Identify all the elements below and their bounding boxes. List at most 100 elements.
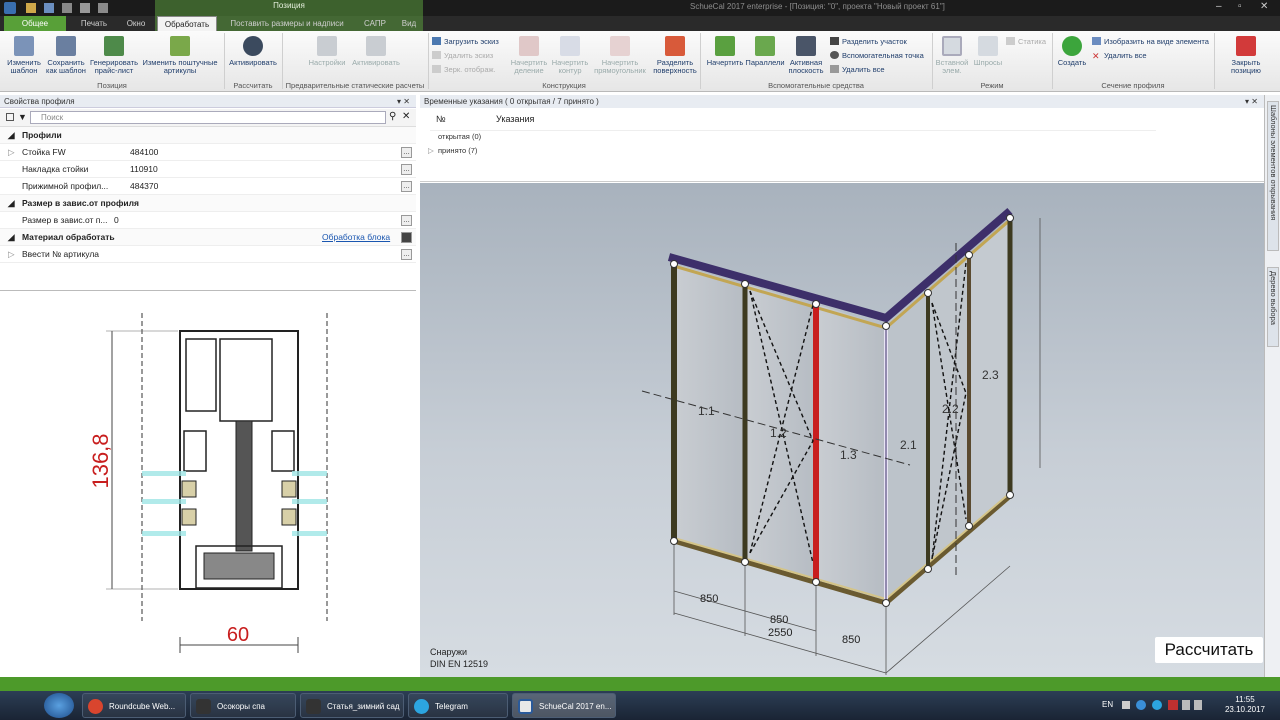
tab-view[interactable]: Вид [395,16,423,31]
close-icon[interactable]: ✕ [1260,1,1268,12]
create-button[interactable]: Создать [1054,36,1090,67]
expand-icon[interactable]: ▷ [428,146,434,155]
mirror-button[interactable]: Зерк. отображ. [432,65,496,74]
panel-pin-icon[interactable]: ▾ ✕ [1245,95,1258,108]
delete-all-section-button[interactable]: ✕ Удалить все [1092,51,1147,61]
settings-button[interactable]: Настройки [304,36,350,67]
filter-icon[interactable]: ▼ [18,112,27,122]
material-icon[interactable] [401,232,412,243]
change-articles-button[interactable]: Изменить поштучные артикулы [140,36,220,75]
split-surface-button[interactable]: Разделить поверхность [652,36,698,75]
norm-label: DIN EN 12519 [430,659,488,669]
tab-general[interactable]: Общее [4,16,66,31]
facade-model-svg[interactable]: 850 850 850 2550 1.1 1.2 1.3 2.1 2.2 2.3… [420,183,1264,677]
active-plane-button[interactable]: Активная плоскость [786,36,826,75]
tab-window[interactable]: Окно [116,16,156,31]
save-template-button[interactable]: Сохранить как шаблон [44,36,88,75]
system-tray[interactable] [1120,699,1204,711]
task-roundcube[interactable]: Roundcube Web... [82,693,186,718]
tab-selection-tree[interactable]: Дерево выбора [1267,267,1279,347]
expand-icon[interactable]: ▷ [8,246,15,263]
property-row[interactable]: ▷ Ввести № артикула… [0,246,416,263]
generate-price-button[interactable]: Генерировать прайс-лист [88,36,140,75]
load-sketch-button[interactable]: Загрузить эскиз [432,37,499,46]
insert-element-button[interactable]: Вставной элем. [934,36,970,75]
show-element-view-button[interactable]: Изобразить на виде элемента [1092,37,1209,46]
collapse-icon[interactable]: ◢ [8,127,15,144]
skype-icon[interactable] [1136,700,1146,710]
task-telegram[interactable]: Telegram [408,693,508,718]
section-profiles[interactable]: ◢ Профили [0,127,416,144]
delete-sketch-button[interactable]: Удалить эскиз [432,51,493,60]
block-processing-link[interactable]: Обработка блока [322,229,390,246]
quick-access-toolbar[interactable] [4,2,116,14]
volume-icon[interactable] [1194,700,1202,710]
search-icon[interactable]: ⚲ [389,111,396,122]
dim-label: 850 [700,593,718,605]
draw-button[interactable]: Начертить [704,36,746,67]
tab-dimensions[interactable]: Поставить размеры и надписи [222,16,352,31]
notes-col-number: № [436,114,446,124]
tab-process[interactable]: Обработать [157,16,217,31]
draw-rectangle-button[interactable]: Начертить прямоугольник [590,36,650,75]
glazing-bars-button[interactable]: Шпросы [970,36,1006,67]
clock[interactable]: 11:55 23.10.2017 [1222,695,1268,715]
property-row[interactable]: Размер в завис.от п... 0… [0,212,416,229]
close-position-button[interactable]: Закрыть позицию [1216,36,1276,75]
maximize-icon[interactable]: ▫ [1238,1,1242,12]
language-indicator[interactable]: EN [1102,700,1113,709]
collapse-icon[interactable]: ◢ [8,229,15,246]
draw-contour-button[interactable]: Начертить контур [550,36,590,75]
telegram-tray-icon[interactable] [1152,700,1162,710]
search-input[interactable]: Поиск [30,111,386,124]
tray-arrow-icon[interactable] [1122,701,1130,709]
undo-icon[interactable] [80,3,90,13]
split-section-button[interactable]: Разделить участок [830,37,907,46]
ellipsis-button[interactable]: … [401,215,412,226]
redo-icon[interactable] [98,3,108,13]
clear-icon[interactable]: ✕ [402,111,410,122]
app-icon[interactable] [4,2,16,14]
draw-division-button[interactable]: Начертить деление [506,36,552,75]
section-size-dependent[interactable]: ◢ Размер в завис.от профиля [0,195,416,212]
context-tab-label: Позиция [273,1,305,10]
task-osokory[interactable]: Осокоры спа [190,693,296,718]
start-button[interactable] [44,693,74,718]
minimize-icon[interactable]: – [1216,1,1222,12]
change-template-button[interactable]: Изменить шаблон [3,36,45,75]
collapse-icon[interactable]: ◢ [8,195,15,212]
section-material[interactable]: ◢ Материал обработать Обработка блока [0,229,416,246]
calculate-button[interactable]: Рассчитать [1155,637,1263,663]
tab-opening-templates[interactable]: Шаблоны элементов открывания [1267,101,1279,251]
static-button[interactable]: Статика [1006,37,1046,46]
field-label: 1.2 [770,426,787,440]
parallel-button[interactable]: Параллели [744,36,786,67]
save-icon[interactable] [44,3,54,13]
activate-static-button[interactable]: Активировать [350,36,402,67]
node-point [812,578,820,586]
antivirus-icon[interactable] [1168,700,1178,710]
task-article[interactable]: Статья_зимний сад [300,693,404,718]
sort-icon[interactable] [6,113,14,121]
aux-point-button[interactable]: Вспомогательная точка [830,51,924,60]
expand-icon[interactable]: ▷ [8,144,15,161]
activate-button[interactable]: Активировать [226,36,280,67]
ellipsis-button[interactable]: … [401,164,412,175]
ellipsis-button[interactable]: … [401,147,412,158]
network-icon[interactable] [1182,700,1190,710]
tab-print[interactable]: Печать [72,16,116,31]
delete-all-aux-button[interactable]: Удалить все [830,65,885,74]
task-schuecal[interactable]: SchueCal 2017 en... [512,693,616,718]
tab-cad[interactable]: САПР [355,16,395,31]
ellipsis-button[interactable]: … [401,181,412,192]
property-row[interactable]: Прижимной профил... 484370… [0,178,416,195]
property-row[interactable]: Накладка стойки 110910… [0,161,416,178]
3d-viewport[interactable]: 850 850 850 2550 1.1 1.2 1.3 2.1 2.2 2.3… [420,183,1264,677]
print-icon[interactable] [62,3,72,13]
ellipsis-button[interactable]: … [401,249,412,260]
panel-pin-icon[interactable]: ▾ ✕ [397,95,410,108]
folder-icon[interactable] [26,3,36,13]
notes-accepted-row[interactable]: принято (7) [438,146,477,155]
notes-open-row[interactable]: открытая (0) [438,132,481,141]
property-row[interactable]: ▷ Стойка FW 484100… [0,144,416,161]
